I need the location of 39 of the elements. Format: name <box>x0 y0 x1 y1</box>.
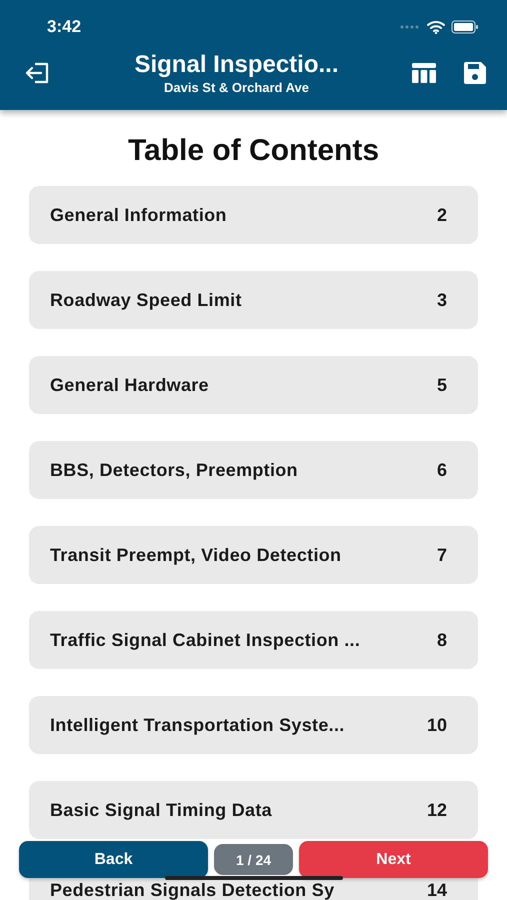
wifi-icon <box>427 20 445 34</box>
next-button[interactable]: Next <box>299 841 488 878</box>
contents-item[interactable]: Traffic Signal Cabinet Inspection ... 8 <box>29 611 478 669</box>
page-number: 12 <box>426 800 447 820</box>
page-number: 6 <box>436 460 447 480</box>
page-number: 3 <box>436 290 447 310</box>
contents-item[interactable]: General Hardware 5 <box>29 356 478 414</box>
page-title: Table of Contents <box>126 134 380 168</box>
section-title: Basic Signal Timing Data <box>50 800 272 820</box>
battery-icon <box>451 20 479 34</box>
table-icon[interactable] <box>411 62 437 84</box>
section-title: Transit Preempt, Video Detection <box>50 544 342 566</box>
page-number: 14 <box>426 880 447 900</box>
contents-item[interactable]: BBS, Detectors, Preemption 6 <box>29 441 478 499</box>
contents-item[interactable]: Intelligent Transportation Syste... 10 <box>29 696 478 754</box>
contents-item[interactable]: Roadway Speed Limit 3 <box>29 271 478 329</box>
contents-item[interactable]: Basic Signal Timing Data 12 <box>29 781 478 839</box>
section-title: General Information <box>50 204 227 226</box>
contents-item[interactable]: Pedestrian Signals Detection Sy 14 <box>29 878 478 900</box>
back-button[interactable]: Back <box>19 841 208 878</box>
section-title: Pedestrian Signals Detection Sy <box>50 880 334 900</box>
section-title: Intelligent Transportation Syste... <box>50 714 345 736</box>
page-number: 5 <box>436 374 447 396</box>
section-title: Traffic Signal Cabinet Inspection ... <box>50 630 360 650</box>
screen-subtitle: Davis St & Orchard Ave <box>164 80 309 95</box>
contents-item[interactable]: General Information 2 <box>29 186 478 244</box>
screen-title: Signal Inspectio... <box>134 51 339 79</box>
page-number: 2 <box>436 204 447 226</box>
page-number: 7 <box>436 544 447 566</box>
contents-item[interactable]: Transit Preempt, Video Detection 7 <box>29 526 478 584</box>
page-number: 10 <box>426 714 447 736</box>
section-title: BBS, Detectors, Preemption <box>50 460 298 480</box>
section-title: Roadway Speed Limit <box>50 290 242 310</box>
status-time: 3:42 <box>47 17 82 37</box>
save-icon[interactable] <box>463 61 487 85</box>
page-number: 8 <box>436 630 447 650</box>
page-indicator: 1 / 24 <box>214 844 293 875</box>
section-title: General Hardware <box>50 374 209 396</box>
signal-icon <box>399 24 421 30</box>
